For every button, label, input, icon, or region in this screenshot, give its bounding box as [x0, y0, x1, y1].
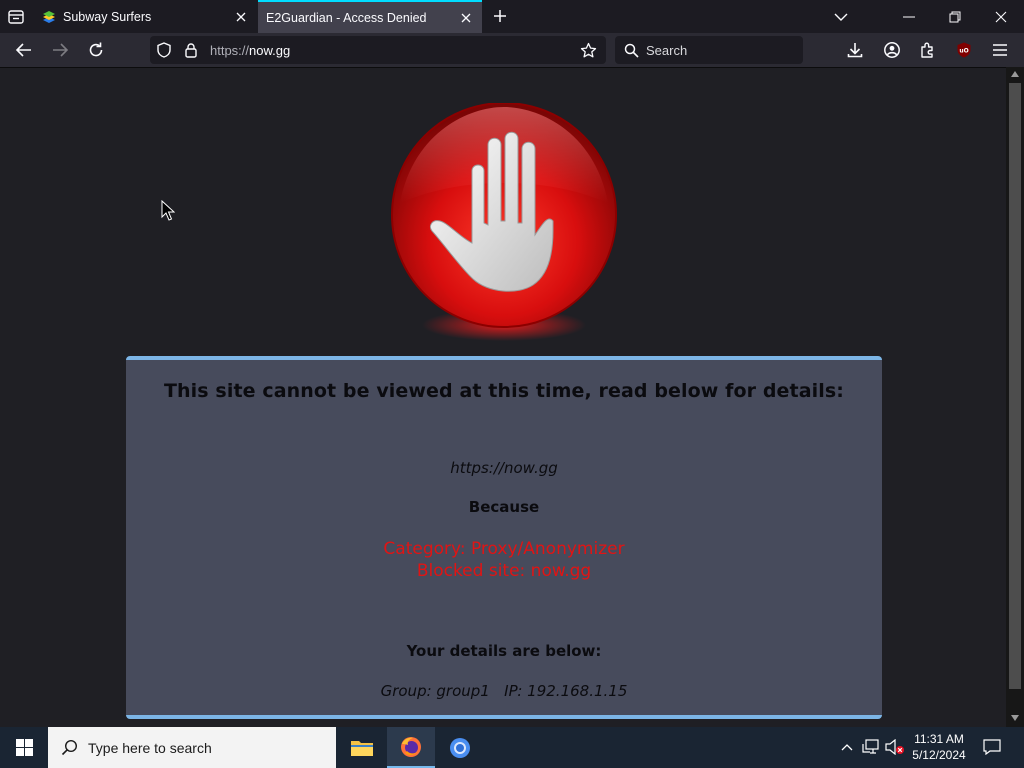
volume-button[interactable] — [885, 737, 905, 757]
bluestacks-icon — [43, 10, 55, 23]
ublock-origin-button[interactable]: uO — [952, 38, 976, 62]
shield-icon[interactable] — [156, 42, 172, 58]
mouse-cursor-icon — [161, 200, 175, 221]
category-line: Category: Proxy/Anonymizer — [383, 539, 625, 559]
network-icon — [862, 739, 879, 754]
stop-hand-icon — [391, 103, 617, 341]
blocked-url: https://now.gg — [450, 459, 558, 477]
firefox-icon — [401, 736, 421, 757]
scrollbar-thumb[interactable] — [1009, 83, 1021, 689]
reload-button[interactable] — [84, 38, 108, 62]
new-tab-button[interactable] — [490, 6, 510, 26]
puzzle-icon — [921, 42, 933, 58]
tab-e2guardian[interactable]: E2Guardian - Access Denied — [258, 0, 482, 33]
tab-list-icon — [8, 10, 24, 24]
start-button[interactable] — [0, 727, 48, 768]
details-label: Your details are below: — [406, 642, 602, 660]
volume-muted-icon — [885, 739, 904, 755]
close-window-button[interactable] — [978, 0, 1024, 33]
access-denied-panel: This site cannot be viewed at this time,… — [126, 356, 882, 719]
tab-title: Subway Surfers — [63, 9, 152, 24]
close-tab-icon[interactable] — [231, 7, 251, 27]
star-icon[interactable] — [580, 42, 597, 59]
download-icon — [847, 43, 863, 58]
back-button[interactable] — [12, 38, 36, 62]
arrow-right-icon — [53, 43, 69, 57]
url-bar[interactable]: https://now.gg — [150, 36, 606, 64]
group-ip-line: Group: group1 IP: 192.168.1.15 — [380, 682, 628, 700]
extensions-button[interactable] — [916, 38, 940, 62]
navigation-toolbar: https://now.gg Search uO — [0, 33, 1024, 67]
search-icon — [61, 739, 78, 756]
notifications-button[interactable] — [982, 737, 1002, 757]
svg-text:uO: uO — [959, 48, 968, 55]
denied-heading: This site cannot be viewed at this time,… — [164, 380, 844, 402]
menu-button[interactable] — [988, 38, 1012, 62]
scroll-up-icon[interactable] — [1011, 71, 1019, 77]
minimize-icon — [903, 16, 915, 17]
because-label: Because — [468, 498, 540, 516]
notification-icon — [983, 739, 1001, 755]
list-all-tabs-button[interactable] — [818, 0, 864, 33]
clock-date: 5/12/2024 — [912, 748, 966, 762]
arrow-left-icon — [15, 43, 31, 57]
tab-subway-surfers[interactable]: Subway Surfers — [33, 0, 257, 33]
chevron-up-icon — [841, 744, 853, 751]
restore-button[interactable] — [932, 0, 978, 33]
downloads-button[interactable] — [843, 38, 867, 62]
network-button[interactable] — [861, 737, 881, 757]
tab-title: E2Guardian - Access Denied — [266, 10, 427, 25]
firefox-taskbar-button[interactable] — [387, 727, 435, 768]
account-icon — [884, 42, 900, 58]
chromium-icon — [450, 737, 470, 758]
url-scheme: https:// — [210, 43, 250, 58]
lock-icon[interactable] — [184, 42, 198, 58]
restore-icon — [949, 11, 961, 22]
taskbar: Type here to search 11:31 AM 5/12/2024 — [0, 727, 1024, 768]
clock[interactable]: 11:31 AM 5/12/2024 — [906, 731, 972, 763]
chrome-taskbar-button[interactable] — [436, 727, 484, 768]
close-icon — [995, 11, 1007, 22]
taskbar-search-box[interactable]: Type here to search — [48, 727, 336, 768]
taskbar-search-placeholder: Type here to search — [88, 740, 212, 756]
clock-time: 11:31 AM — [914, 732, 964, 746]
tab-strip: Subway Surfers E2Guardian - Access Denie… — [0, 0, 1024, 33]
search-icon — [624, 43, 639, 58]
url-text[interactable]: https://now.gg — [210, 43, 290, 58]
tab-list-button[interactable] — [5, 6, 27, 28]
windows-logo-icon — [15, 739, 33, 756]
vertical-scrollbar[interactable] — [1006, 67, 1024, 727]
account-button[interactable] — [880, 38, 904, 62]
ublock-origin-icon: uO — [957, 42, 971, 58]
search-bar[interactable]: Search — [615, 36, 803, 64]
scroll-down-icon[interactable] — [1011, 715, 1019, 721]
close-tab-icon[interactable] — [456, 8, 476, 28]
show-hidden-icons-button[interactable] — [837, 737, 857, 757]
block-reason: Category: Proxy/Anonymizer Blocked site:… — [126, 538, 882, 582]
minimize-button[interactable] — [886, 0, 932, 33]
hamburger-menu-icon — [993, 44, 1007, 56]
reload-icon — [89, 42, 103, 57]
file-explorer-button[interactable] — [338, 727, 386, 768]
url-host: now.gg — [249, 43, 291, 58]
page-content: This site cannot be viewed at this time,… — [0, 67, 1006, 727]
search-placeholder: Search — [646, 43, 688, 58]
folder-icon — [351, 740, 373, 756]
plus-icon — [494, 10, 506, 22]
chevron-down-icon — [834, 13, 848, 21]
forward-button[interactable] — [48, 38, 72, 62]
blocked-site-line: Blocked site: now.gg — [416, 561, 592, 581]
